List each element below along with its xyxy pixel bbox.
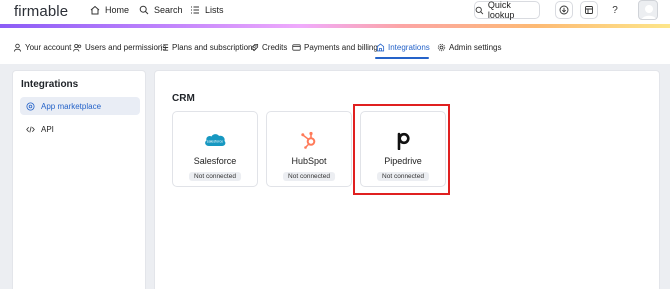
search-icon: [475, 6, 484, 14]
reports-icon: [585, 6, 593, 14]
tag-icon: [250, 43, 259, 52]
tab-users-and-permissions[interactable]: Users and permissions: [73, 43, 166, 52]
firmable-logo[interactable]: firmable: [14, 3, 68, 20]
tab-label: Users and permissions: [85, 43, 167, 52]
settings-tabs: Your account Users and permissions Plans…: [0, 40, 670, 60]
download-button[interactable]: [555, 1, 573, 19]
status-badge: Not connected: [189, 172, 241, 181]
download-icon: [559, 5, 569, 15]
tab-label: Admin settings: [449, 43, 502, 52]
integrations-sidebar: Integrations App marketplace API: [12, 70, 146, 289]
code-icon: [26, 126, 35, 132]
nav-home-label: Home: [105, 5, 130, 15]
tab-label: Plans and subscriptions: [172, 43, 257, 52]
status-badge: Not connected: [283, 172, 335, 181]
sidebar-item-label: App marketplace: [41, 101, 102, 111]
highlight-box: [353, 104, 450, 195]
tab-label: Credits: [262, 43, 288, 52]
list-icon: [160, 44, 169, 51]
brand-gradient-bar: [0, 24, 670, 28]
tab-label: Integrations: [388, 43, 430, 52]
tab-integrations[interactable]: Integrations: [376, 43, 430, 52]
tab-payments-and-billing[interactable]: Payments and billing: [292, 43, 378, 52]
nav-lists-label: Lists: [205, 5, 224, 15]
tab-label: Payments and billing: [304, 43, 378, 52]
tab-plans-and-subscriptions[interactable]: Plans and subscriptions: [160, 43, 257, 52]
sidebar-item-app-marketplace[interactable]: App marketplace: [20, 97, 140, 115]
integration-name: Salesforce: [193, 156, 237, 166]
hubspot-logo: [267, 130, 351, 150]
quick-lookup-label: Quick lookup: [487, 0, 515, 20]
card-icon: [292, 44, 301, 51]
quick-lookup-button[interactable]: Quick lookup: [474, 0, 540, 20]
tab-admin-settings[interactable]: Admin settings: [437, 43, 501, 52]
avatar[interactable]: [638, 0, 658, 20]
svg-text:salesforce: salesforce: [207, 140, 223, 144]
tab-credits[interactable]: Credits: [250, 43, 287, 52]
users-icon: [73, 43, 82, 52]
tab-label: Your account: [25, 43, 72, 52]
home-icon: [90, 5, 100, 15]
nav-home[interactable]: Home: [90, 5, 129, 15]
help-icon[interactable]: ?: [608, 3, 622, 17]
integration-card-salesforce[interactable]: salesforce Salesforce Not connected: [172, 111, 258, 187]
nav-lists[interactable]: Lists: [190, 5, 224, 15]
nav-search[interactable]: Search: [139, 5, 183, 15]
tab-your-account[interactable]: Your account: [13, 43, 71, 52]
active-tab-indicator: [375, 57, 429, 59]
salesforce-logo: salesforce: [173, 130, 257, 150]
reports-button[interactable]: [580, 1, 598, 19]
sidebar-item-label: API: [41, 124, 54, 134]
search-icon: [139, 5, 149, 15]
user-icon: [13, 43, 22, 52]
integration-card-hubspot[interactable]: HubSpot Not connected: [266, 111, 352, 187]
sidebar-item-api[interactable]: API: [20, 120, 140, 138]
top-navigation: firmable Home Search Lists Quick lookup …: [0, 0, 670, 24]
user-avatar-icon: [641, 5, 657, 19]
puzzle-icon: [376, 43, 385, 52]
integration-name: HubSpot: [291, 156, 327, 166]
list-icon: [191, 6, 199, 14]
section-title-crm: CRM: [172, 93, 195, 104]
nav-search-label: Search: [154, 5, 183, 15]
gear-icon: [437, 43, 446, 52]
sidebar-title: Integrations: [21, 79, 79, 90]
marketplace-icon: [26, 101, 35, 111]
